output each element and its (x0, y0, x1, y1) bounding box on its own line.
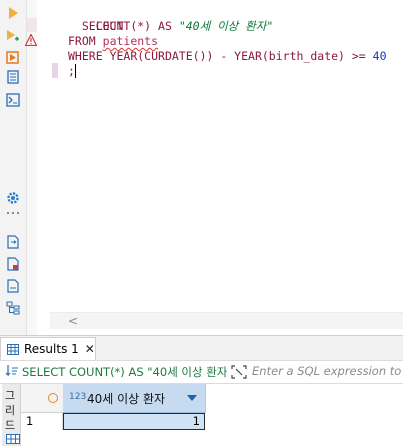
grid-view-icon[interactable] (6, 434, 20, 444)
grid-table-icon (7, 343, 19, 355)
where-expression: YEAR(CURDATE()) - YEAR(birth_date) >= (109, 49, 373, 63)
terminal-icon[interactable] (4, 92, 22, 108)
column-header-label: 40세 이상 환자 (87, 392, 166, 406)
explain-icon[interactable] (4, 69, 22, 85)
select-all-circle-icon[interactable] (48, 393, 58, 403)
filter-query-text[interactable]: SELECT COUNT(*) AS "40세 이상 환자" (22, 364, 227, 380)
run-script-icon[interactable] (4, 28, 22, 44)
vertical-tab-char: 드 (5, 419, 16, 432)
editor-toolstrip (0, 0, 27, 335)
numeric-type-badge: 123 (69, 392, 87, 402)
keyword-from: FROM (68, 34, 96, 48)
code-line-5[interactable]: ; (68, 64, 75, 79)
table-name: patients (102, 34, 159, 48)
sort-down-icon[interactable] (187, 395, 197, 401)
code-line-3[interactable]: FROM patients (68, 34, 158, 49)
horizontal-scrollbar[interactable]: < (50, 312, 403, 329)
table-row[interactable]: 1 1 (21, 413, 403, 430)
tab-results-1[interactable]: Results 1 ✕ (0, 337, 96, 360)
column-header[interactable]: 123 40세 이상 환자 (63, 384, 206, 413)
number-literal: 40 (372, 49, 387, 63)
column-alias: "40세 이상 환자" (178, 19, 274, 33)
run-statement-icon[interactable] (4, 5, 22, 21)
outline-icon[interactable] (4, 300, 22, 316)
results-grid: 그 리 드 123 40세 이상 환자 1 1 (0, 384, 403, 446)
results-panel: Results 1 ✕ SELECT COUNT(*) AS "40세 이상 환… (0, 335, 403, 446)
results-tab-label: Results 1 (24, 342, 79, 356)
keyword-where: WHERE (68, 49, 103, 63)
new-script-icon[interactable] (4, 256, 22, 272)
result-cell[interactable]: 1 (63, 413, 205, 430)
keyword-as: AS (158, 19, 172, 33)
count-function: COUNT(*) (95, 19, 152, 33)
filter-bar: SELECT COUNT(*) AS "40세 이상 환자" Enter a S… (0, 360, 403, 384)
execute-plan-icon[interactable] (4, 49, 22, 65)
line-gutter (27, 0, 37, 335)
settings-icon[interactable] (4, 190, 22, 206)
grid-corner[interactable] (21, 384, 64, 413)
grid-view-vertical-tab[interactable]: 그 리 드 (2, 384, 21, 446)
code-line-4[interactable]: WHERE YEAR(CURDATE()) - YEAR(birth_date)… (68, 49, 387, 64)
filter-icon[interactable] (5, 364, 19, 378)
warning-icon[interactable] (25, 34, 37, 46)
load-script-icon[interactable] (4, 278, 22, 294)
scroll-left-button[interactable]: < (68, 314, 78, 328)
row-number: 1 (21, 413, 63, 430)
filter-expression-input[interactable]: Enter a SQL expression to filter results (252, 364, 402, 378)
gutter-marker (27, 18, 37, 32)
close-icon[interactable]: ✕ (85, 342, 95, 356)
vertical-tab-char: 리 (5, 404, 16, 417)
vertical-tab-char: 그 (5, 389, 16, 402)
more-dots-icon[interactable] (4, 210, 22, 216)
code-line-2[interactable]: COUNT(*) AS "40세 이상 환자" (68, 19, 274, 34)
expression-icon[interactable] (231, 365, 247, 379)
code-line-1[interactable]: SELECT (68, 4, 124, 33)
current-line-indicator (52, 63, 58, 78)
text-cursor (75, 64, 76, 78)
statement-terminator: ; (68, 64, 75, 78)
export-icon[interactable] (4, 234, 22, 250)
